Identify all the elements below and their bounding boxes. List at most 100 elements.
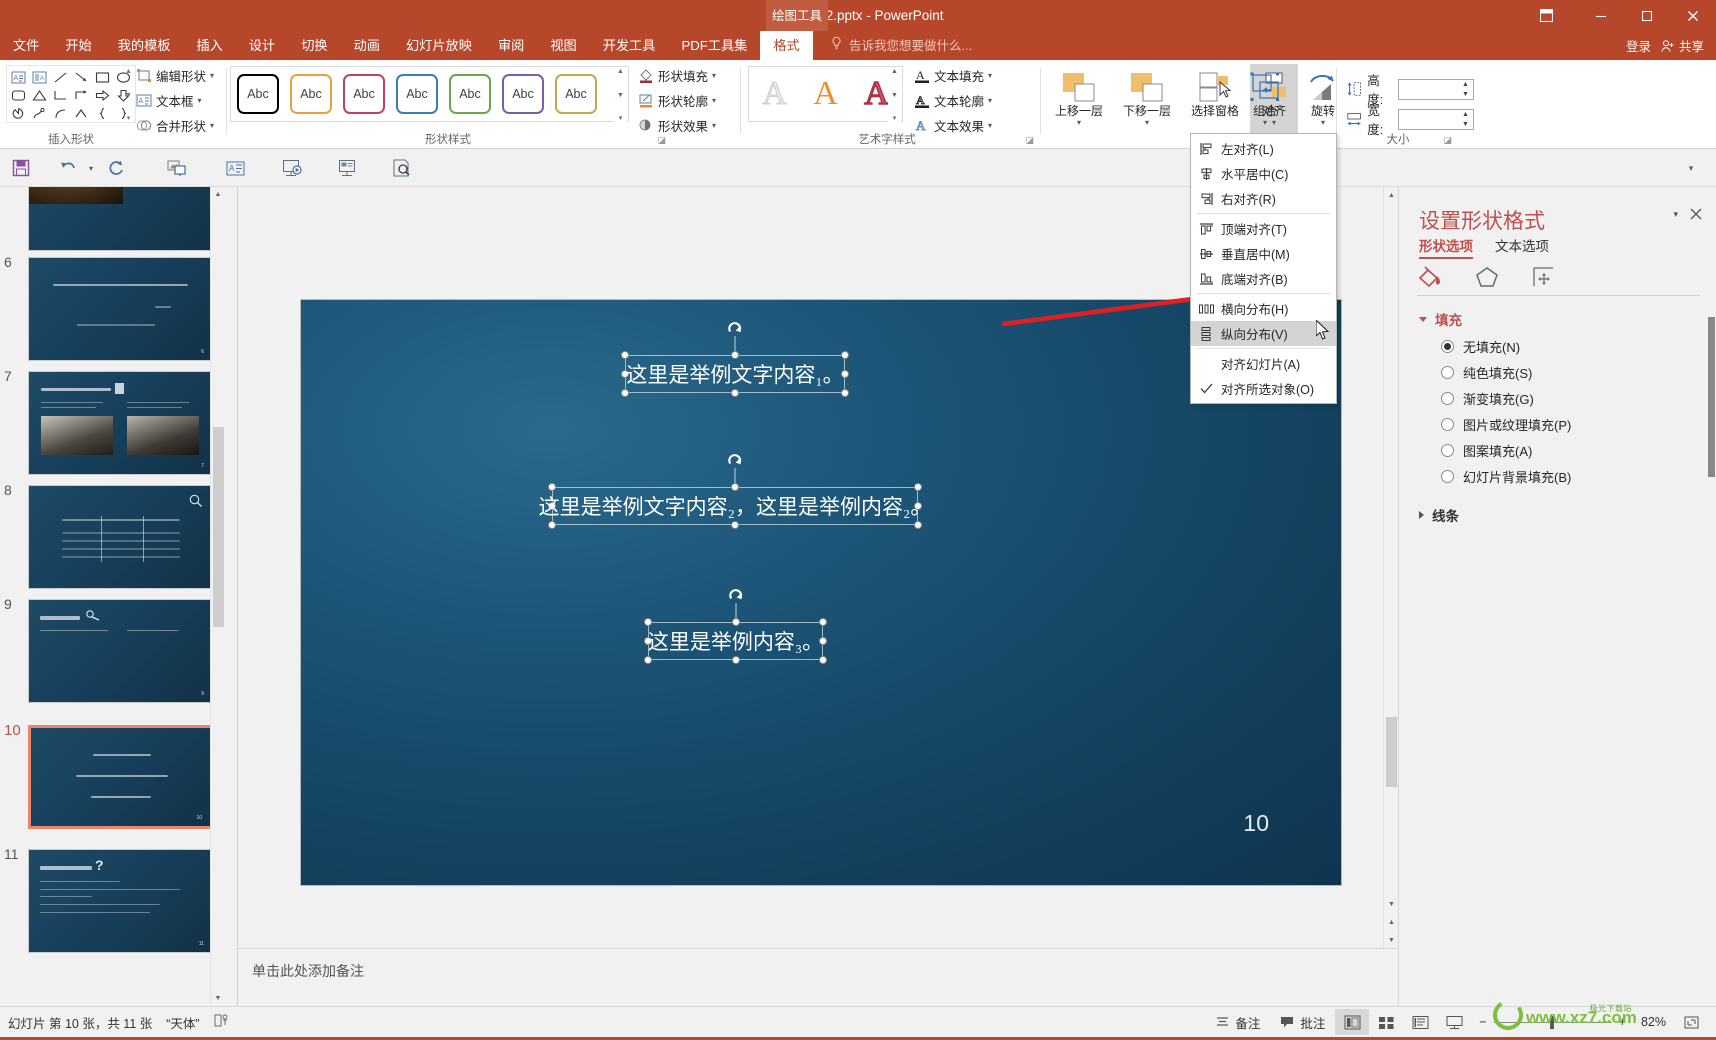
edit-shape-button[interactable]: 编辑形状 ▾: [136, 66, 214, 85]
comments-button[interactable]: 批注: [1270, 1009, 1335, 1035]
tab-developer[interactable]: 开发工具: [590, 31, 669, 60]
wordart-sample[interactable]: A: [762, 76, 788, 111]
thumbnail-slide-7[interactable]: 7 7: [4, 368, 213, 475]
wordart-dialog-launcher[interactable]: ◪: [1025, 135, 1034, 146]
spin-up-icon[interactable]: ▲: [1462, 111, 1469, 118]
slide-vertical-scrollbar[interactable]: ▲ ▼ ▲ ▼: [1383, 187, 1398, 948]
text-outline-button[interactable]: A 文本轮廓 ▾: [914, 91, 992, 110]
shape-line-icon[interactable]: [50, 68, 71, 86]
tab-slideshow[interactable]: 幻灯片放映: [393, 31, 485, 60]
wordart-sample[interactable]: A: [863, 76, 889, 112]
preview-icon[interactable]: [391, 157, 413, 179]
shape-style-swatch[interactable]: Abc: [555, 74, 597, 114]
shape-style-swatch[interactable]: Abc: [396, 74, 438, 114]
shape-pie-icon[interactable]: [8, 104, 29, 122]
fill-option-picture-texture[interactable]: 图片或纹理填充(P): [1441, 415, 1571, 434]
undo-dropdown-icon[interactable]: ▾: [80, 157, 102, 179]
pentagon-effects-icon[interactable]: [1473, 262, 1503, 290]
menu-item-align-bottom[interactable]: 底端对齐(B): [1191, 266, 1336, 291]
fill-bucket-icon[interactable]: [1417, 262, 1447, 290]
normal-view-button[interactable]: [1335, 1009, 1370, 1035]
scroll-down-icon[interactable]: ▼: [1384, 896, 1399, 912]
scroll-down-icon[interactable]: ▼: [211, 991, 225, 1006]
shape-elbow-connector-icon[interactable]: [50, 86, 71, 104]
close-pane-icon[interactable]: [1690, 207, 1702, 223]
shape-style-swatch[interactable]: Abc: [343, 74, 385, 114]
tab-design[interactable]: 设计: [236, 31, 288, 60]
shapes-gallery[interactable]: A A ▲ ▼ ▾: [6, 65, 136, 123]
zoom-in-button[interactable]: +: [1619, 1015, 1626, 1029]
thumbnail-slide-9[interactable]: 9 9: [4, 596, 213, 703]
rotation-handle[interactable]: [727, 321, 743, 337]
shape-style-swatch[interactable]: Abc: [449, 74, 491, 114]
tab-home[interactable]: 开始: [52, 31, 104, 60]
more-wordart-icon[interactable]: ▾: [893, 115, 897, 122]
shape-elbow-arrow-icon[interactable]: [71, 86, 92, 104]
notes-pane[interactable]: 单击此处添加备注: [238, 948, 1398, 1006]
scroll-up-icon[interactable]: ▲: [211, 187, 225, 202]
tab-shape-options[interactable]: 形状选项: [1419, 235, 1473, 259]
menu-item-align-selected-objects[interactable]: 对齐所选对象(O): [1191, 376, 1336, 401]
tab-view[interactable]: 视图: [537, 31, 589, 60]
maximize-button[interactable]: [1624, 0, 1670, 31]
spin-up-icon[interactable]: ▲: [1462, 81, 1469, 88]
scroll-down-icon[interactable]: ▼: [617, 92, 624, 99]
group-button[interactable]: 组合 ▾: [1234, 64, 1296, 142]
shape-curve-icon[interactable]: [71, 104, 92, 122]
menu-item-align-middle[interactable]: 垂直居中(M): [1191, 241, 1336, 266]
zoom-out-button[interactable]: −: [1479, 1015, 1486, 1029]
tab-text-options[interactable]: 文本选项: [1495, 235, 1549, 259]
thumbnail-slide-11[interactable]: 11 ? 11: [4, 846, 213, 953]
shape-style-swatch[interactable]: Abc: [237, 74, 279, 114]
chevron-down-icon[interactable]: ▾: [1263, 119, 1267, 127]
size-dialog-launcher[interactable]: ◪: [1443, 135, 1452, 146]
shape-rectangle-icon[interactable]: [92, 68, 113, 86]
share-button[interactable]: 共享: [1661, 36, 1704, 55]
shape-vertical-textbox-icon[interactable]: A: [29, 68, 50, 86]
text-fill-button[interactable]: A 文本填充 ▾: [914, 66, 992, 85]
shape-arc-icon[interactable]: [50, 104, 71, 122]
shape-style-swatch[interactable]: Abc: [290, 74, 332, 114]
height-value[interactable]: [1399, 80, 1458, 99]
slide-thumbnail-pane[interactable]: 6 6 7 7 8 9 9 10 10 11 ? 11: [0, 187, 238, 1006]
height-spinner[interactable]: ▲ ▼: [1458, 80, 1473, 99]
thumbnail-slide-5[interactable]: [28, 187, 213, 251]
thumbnail-slide-6[interactable]: 6 6: [4, 254, 213, 361]
text-box-icon[interactable]: A: [225, 157, 247, 179]
shape-styles-dialog-launcher[interactable]: ◪: [657, 135, 666, 146]
spin-down-icon[interactable]: ▼: [1462, 121, 1469, 128]
zoom-slider[interactable]: − + 82%: [1471, 1015, 1674, 1029]
thumbnail-slide-8[interactable]: 8: [4, 482, 213, 589]
fill-option-solid[interactable]: 纯色填充(S): [1441, 363, 1532, 382]
radio-button[interactable]: [1441, 470, 1454, 483]
menu-item-distribute-vertically[interactable]: 纵向分布(V): [1191, 321, 1336, 346]
redo-icon[interactable]: [105, 157, 127, 179]
tab-insert[interactable]: 插入: [184, 31, 236, 60]
chevron-down-icon[interactable]: ▾: [1077, 119, 1081, 127]
tab-animations[interactable]: 动画: [341, 31, 393, 60]
height-input[interactable]: ▲ ▼: [1397, 78, 1474, 100]
reading-view-button[interactable]: [1403, 1009, 1437, 1035]
rotation-handle[interactable]: [728, 588, 744, 604]
text-box-button[interactable]: A 文本框 ▾: [136, 91, 214, 110]
shape-outline-button[interactable]: 形状轮廓 ▾: [638, 91, 716, 110]
fill-option-pattern[interactable]: 图案填充(A): [1441, 441, 1532, 460]
textbox-2[interactable]: 这里是举例文字内容₂，这里是举例内容₂。: [539, 454, 931, 529]
pane-options-icon[interactable]: ▾: [1673, 209, 1678, 220]
shape-freeform-icon[interactable]: [29, 104, 50, 122]
zoom-knob[interactable]: [1549, 1015, 1554, 1029]
tab-file[interactable]: 文件: [0, 31, 52, 60]
section-line[interactable]: 线条: [1419, 505, 1459, 525]
chevron-down-icon[interactable]: ▾: [210, 71, 214, 80]
shape-style-swatch[interactable]: Abc: [502, 74, 544, 114]
slide-sorter-button[interactable]: [1369, 1009, 1403, 1035]
tab-format[interactable]: 格式: [760, 31, 813, 60]
wordart-styles-gallery[interactable]: A A A ▲ ▼ ▾: [748, 66, 903, 122]
chevron-down-icon[interactable]: ▾: [1145, 119, 1149, 127]
shape-left-brace-icon[interactable]: [92, 104, 113, 122]
shape-arrow-icon[interactable]: [71, 68, 92, 86]
accessibility-icon[interactable]: [214, 1013, 229, 1031]
menu-item-align-left[interactable]: 左对齐(L): [1191, 136, 1336, 161]
format-pane-scrollbar[interactable]: [1707, 227, 1716, 998]
close-button[interactable]: [1670, 0, 1716, 31]
